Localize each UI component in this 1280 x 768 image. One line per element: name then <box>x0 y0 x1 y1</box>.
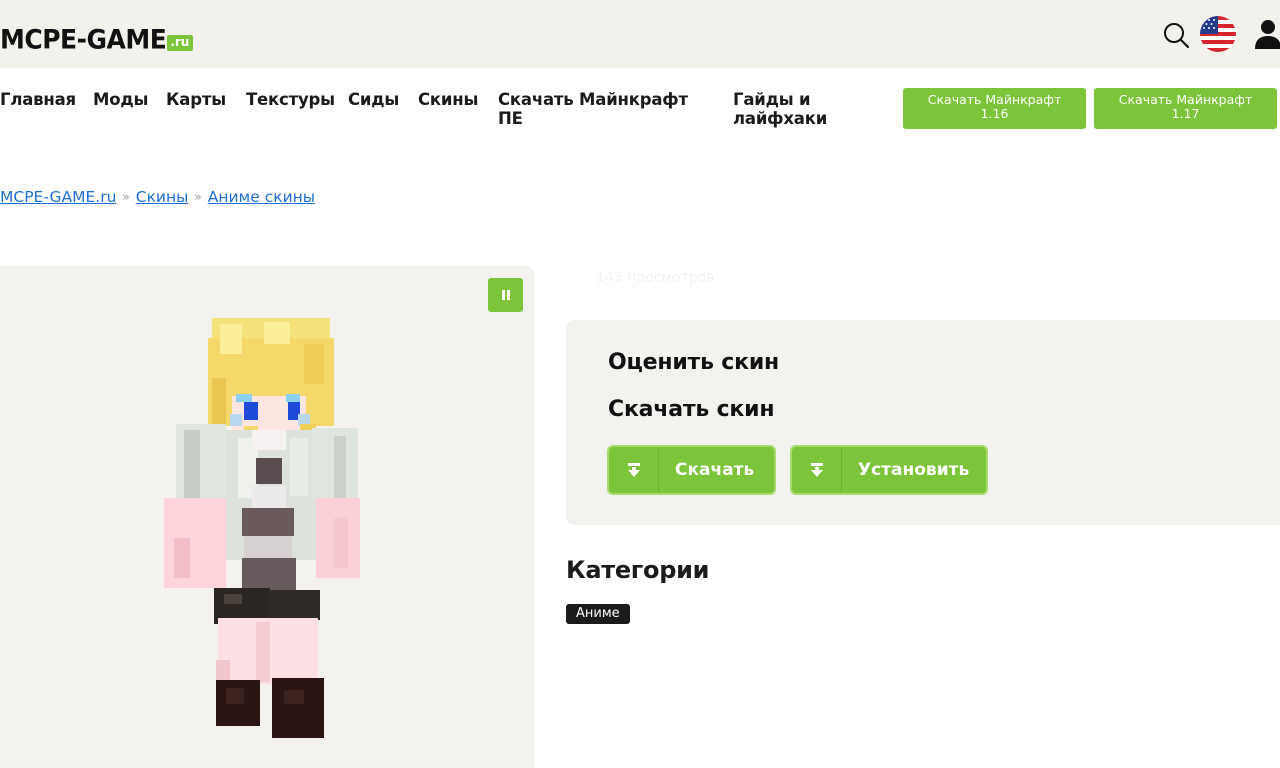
breadcrumb-anime-skins[interactable]: Аниме скины <box>208 188 315 206</box>
button-label-line2: 1.17 <box>1171 106 1200 121</box>
nav-item-seeds[interactable]: Сиды <box>348 90 399 109</box>
download-skin-title: Скачать скин <box>608 397 775 422</box>
breadcrumb-home[interactable]: MCPE-GAME.ru <box>0 188 116 206</box>
nav-item-guides[interactable]: Гайды и лайфхаки <box>733 90 827 128</box>
search-icon[interactable] <box>1162 21 1190 49</box>
site-header: MCPE-GAME .ru <box>0 0 1280 68</box>
download-minecraft-1-16-button[interactable]: Скачать Майнкрафт 1.16 <box>903 88 1086 129</box>
button-label-line1: Скачать Майнкрафт <box>927 92 1062 107</box>
main-nav: Главная Моды Карты Текстуры Сиды Скины С… <box>0 68 1280 148</box>
views-count: 143 просмотров <box>596 270 715 286</box>
nav-item-label-line2: лайфхаки <box>733 109 828 128</box>
nav-item-home[interactable]: Главная <box>0 90 76 109</box>
download-icon <box>609 447 659 493</box>
breadcrumb-separator: » <box>194 190 202 204</box>
us-flag-icon[interactable] <box>1200 16 1236 52</box>
rate-skin-title: Оценить скин <box>608 350 780 375</box>
button-label-line1: Скачать Майнкрафт <box>1118 92 1253 107</box>
nav-item-mods[interactable]: Моды <box>93 90 148 109</box>
logo-text: MCPE-GAME <box>0 24 167 55</box>
category-tag-anime[interactable]: Аниме <box>566 604 630 624</box>
button-label-line2: 1.16 <box>980 106 1009 121</box>
nav-item-label-line1: Гайды и <box>733 90 811 109</box>
breadcrumb-separator: » <box>122 190 130 204</box>
categories-title: Категории <box>566 556 710 584</box>
user-icon[interactable] <box>1254 18 1280 50</box>
nav-item-skins[interactable]: Скины <box>418 90 478 109</box>
download-button-label: Скачать <box>675 460 755 480</box>
nav-item-label-line2: ПЕ <box>498 109 523 128</box>
nav-item-download-mcpe[interactable]: Скачать Майнкрафт ПЕ <box>498 90 688 128</box>
download-icon <box>792 447 842 493</box>
pause-icon <box>501 290 510 300</box>
breadcrumb: MCPE-GAME.ru » Скины » Аниме скины <box>0 188 315 206</box>
download-minecraft-1-17-button[interactable]: Скачать Майнкрафт 1.17 <box>1094 88 1277 129</box>
download-button[interactable]: Скачать <box>607 445 776 495</box>
pause-animation-button[interactable] <box>488 278 523 312</box>
install-button[interactable]: Установить <box>790 445 988 495</box>
nav-item-maps[interactable]: Карты <box>166 90 226 109</box>
site-logo[interactable]: MCPE-GAME .ru <box>0 18 194 55</box>
skin-model-image <box>164 318 360 738</box>
logo-suffix: .ru <box>167 34 194 51</box>
install-button-label: Установить <box>858 460 970 480</box>
nav-item-textures[interactable]: Текстуры <box>246 90 335 109</box>
breadcrumb-skins[interactable]: Скины <box>136 188 189 206</box>
nav-item-label-line1: Скачать Майнкрафт <box>498 90 688 109</box>
